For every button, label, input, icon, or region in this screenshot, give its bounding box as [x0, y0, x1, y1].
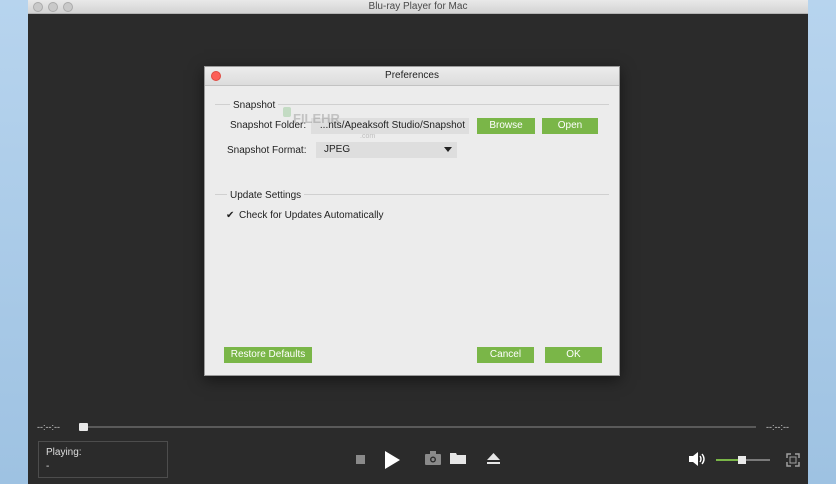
window-titlebar: Blu-ray Player for Mac — [28, 0, 808, 14]
progress-thumb[interactable] — [79, 423, 88, 431]
playing-label: Playing: — [46, 447, 82, 458]
watermark-sub: .com — [360, 133, 376, 140]
open-folder-button[interactable] — [450, 452, 467, 465]
snapshot-format-value: JPEG — [324, 144, 351, 155]
speaker-icon — [689, 452, 705, 466]
check-updates-checkbox[interactable]: ✔ — [226, 210, 234, 221]
preferences-dialog: Preferences Snapshot Snapshot Folder: ..… — [204, 66, 620, 376]
update-section-title: Update Settings — [227, 190, 305, 201]
snapshot-format-select[interactable]: JPEG — [316, 142, 457, 158]
fullscreen-button[interactable] — [786, 453, 800, 467]
ok-button[interactable]: OK — [545, 347, 602, 363]
snapshot-folder-path[interactable]: ...nts/Apeaksoft Studio/Snapshot — [311, 118, 469, 134]
player-window: Blu-ray Player for Mac Preferences Snaps… — [28, 0, 808, 484]
open-button[interactable]: Open — [542, 118, 598, 134]
snapshot-section-title: Snapshot — [230, 100, 279, 111]
elapsed-time: --:--:-- — [37, 422, 60, 432]
folder-icon — [450, 453, 466, 464]
progress-track[interactable] — [80, 426, 756, 428]
cancel-button[interactable]: Cancel — [477, 347, 534, 363]
snapshot-button[interactable] — [425, 451, 441, 465]
now-playing-box: Playing: - — [38, 441, 168, 478]
snapshot-folder-label: Snapshot Folder: — [230, 120, 307, 131]
mute-button[interactable] — [689, 452, 707, 466]
check-updates-label[interactable]: Check for Updates Automatically — [239, 210, 384, 221]
fullscreen-icon — [786, 453, 800, 467]
play-icon — [385, 451, 400, 469]
eject-button[interactable] — [487, 453, 500, 465]
camera-icon — [425, 451, 441, 465]
chevron-down-icon — [444, 147, 452, 152]
watermark-icon — [283, 107, 291, 117]
playing-value: - — [46, 461, 50, 472]
browse-button[interactable]: Browse — [477, 118, 535, 134]
play-button[interactable] — [384, 450, 401, 470]
dialog-titlebar: Preferences — [205, 67, 619, 86]
dialog-title: Preferences — [385, 70, 439, 81]
total-time: --:--:-- — [766, 422, 789, 432]
restore-defaults-button[interactable]: Restore Defaults — [224, 347, 312, 363]
volume-thumb[interactable] — [738, 456, 746, 464]
eject-icon — [487, 453, 500, 464]
checkmark-icon: ✔ — [226, 210, 235, 221]
window-title: Blu-ray Player for Mac — [368, 1, 468, 12]
snapshot-format-label: Snapshot Format: — [227, 145, 307, 156]
stop-button[interactable] — [356, 455, 365, 464]
